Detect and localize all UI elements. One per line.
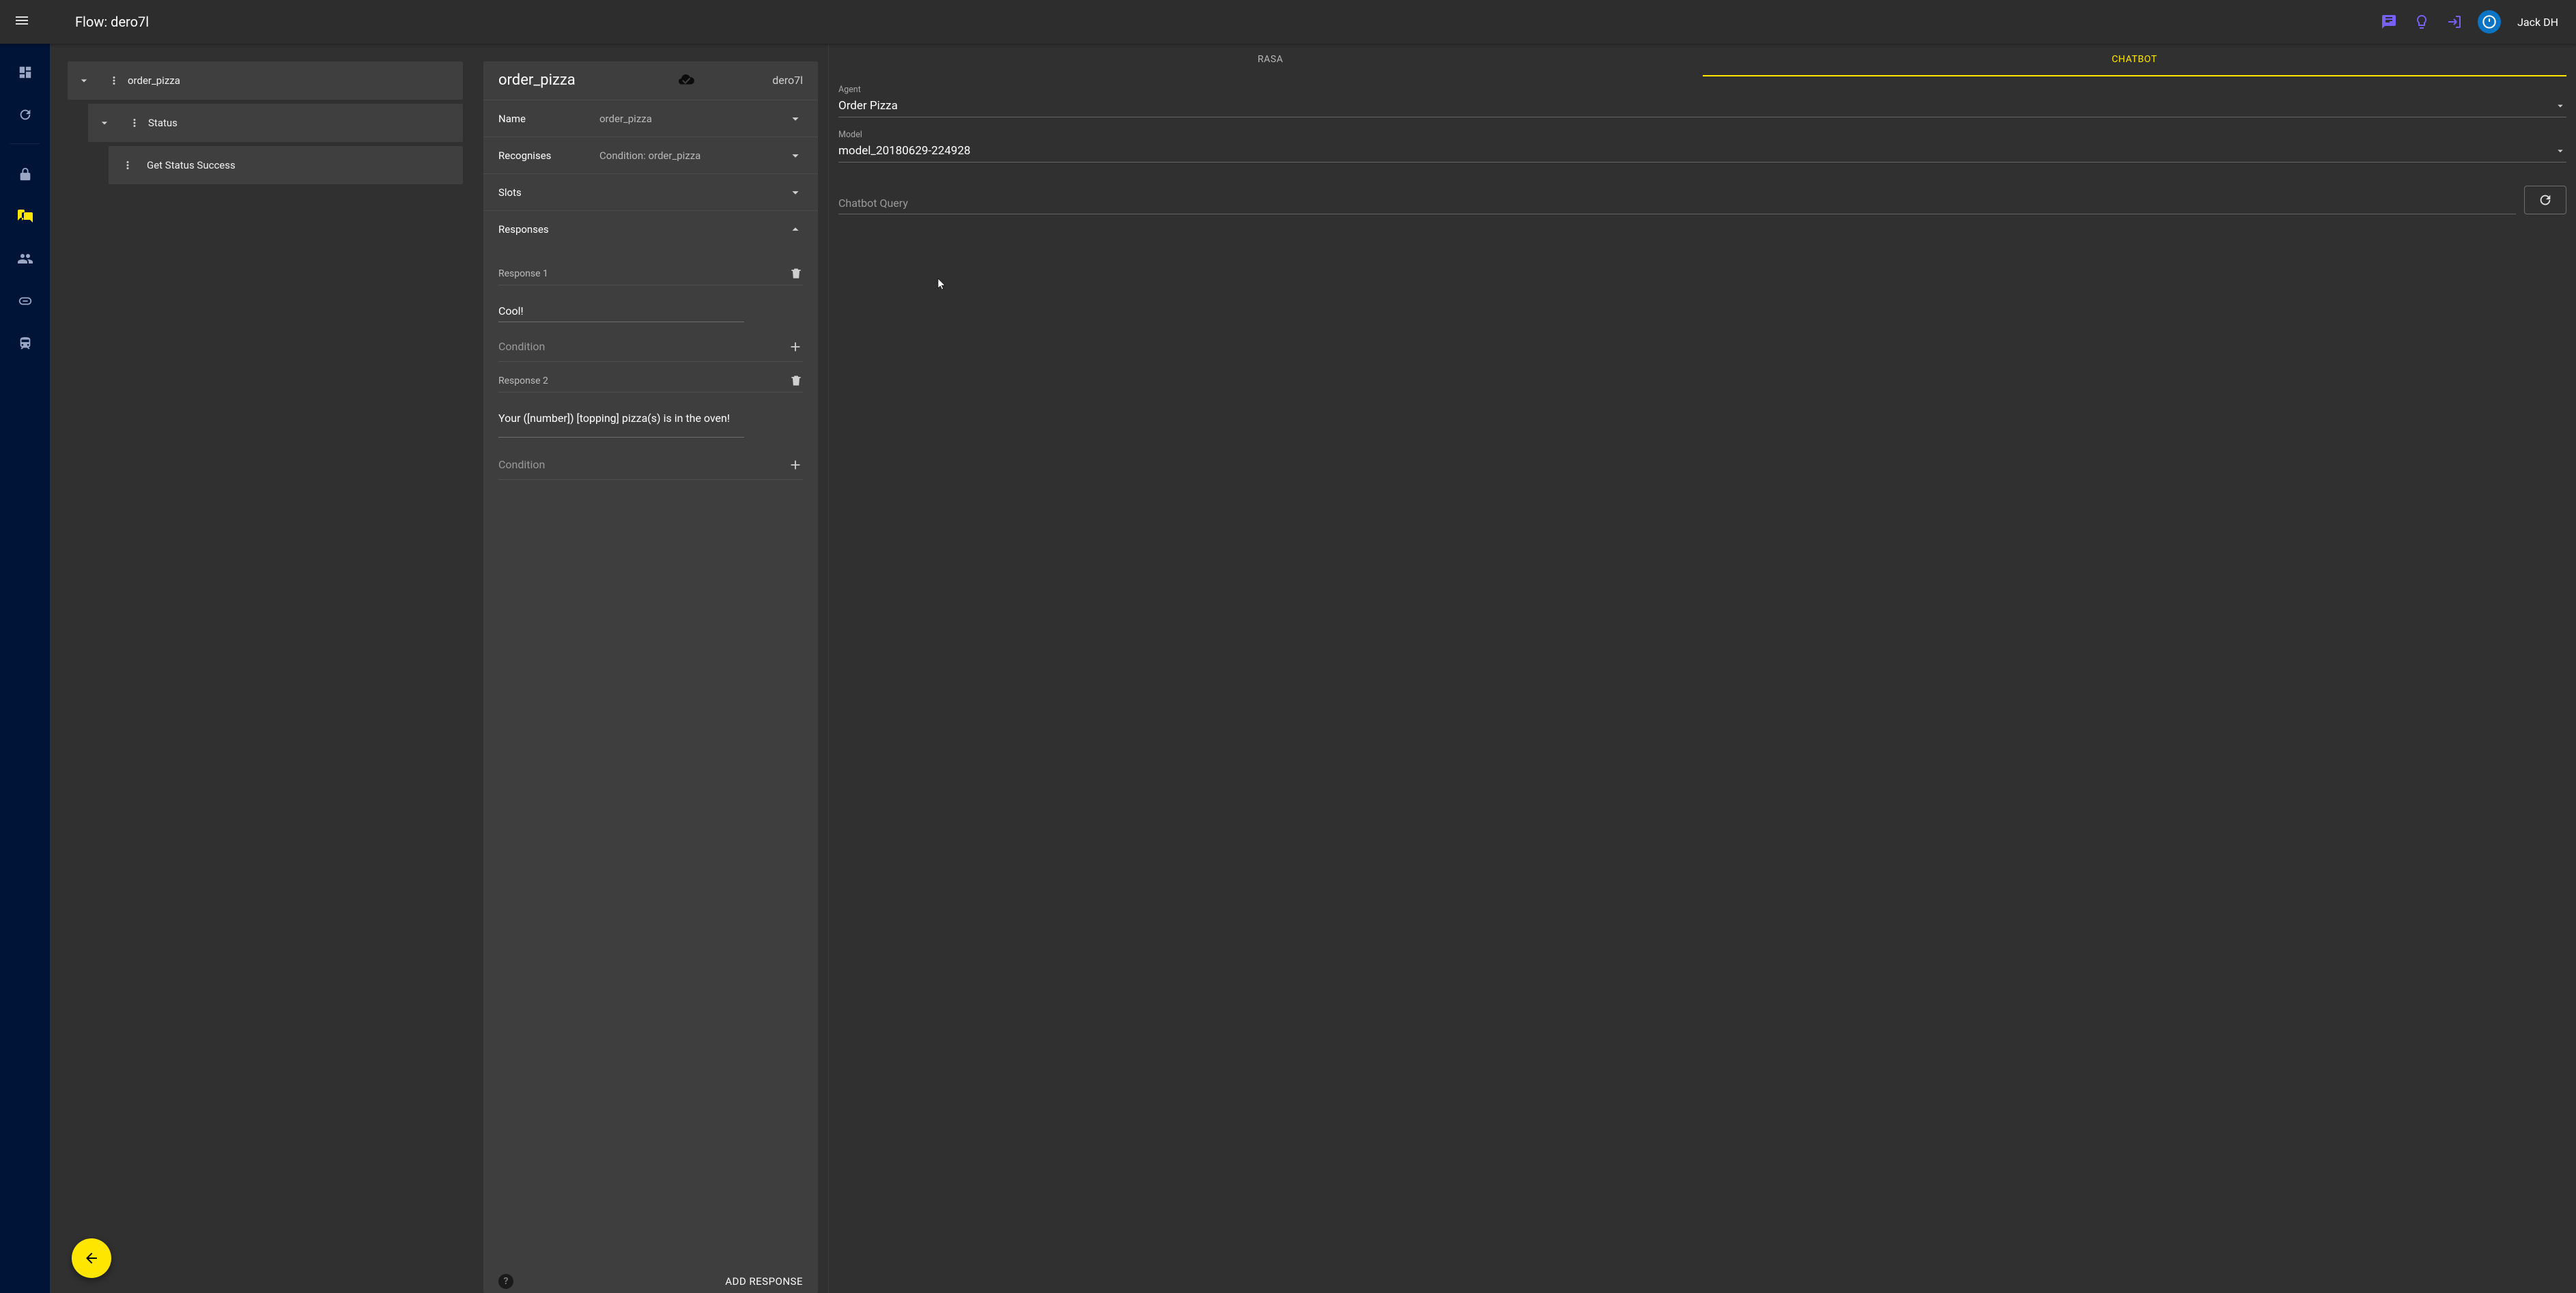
chevron-down-icon — [2554, 100, 2566, 112]
chevron-up-icon — [788, 222, 803, 237]
acc-responses[interactable]: Responses — [483, 211, 818, 248]
avatar[interactable] — [2478, 10, 2501, 33]
sidebar-refresh-icon[interactable] — [10, 100, 40, 130]
chevron-down-icon[interactable] — [88, 116, 121, 130]
chat-icon[interactable] — [2379, 12, 2398, 31]
acc-name-label: Name — [498, 113, 599, 125]
sidebar-people-icon[interactable] — [10, 244, 40, 274]
chevron-down-icon — [788, 111, 803, 126]
tree-node-leaf[interactable]: Get Status Success — [109, 146, 463, 184]
acc-slots-label: Slots — [498, 186, 599, 199]
tree-node-label: Status — [148, 117, 178, 129]
sidebar-lock-icon[interactable] — [10, 159, 40, 189]
lightbulb-icon[interactable] — [2412, 12, 2431, 31]
delete-icon[interactable] — [789, 374, 803, 388]
tree-node-status[interactable]: Status — [88, 104, 463, 142]
flow-tree: order_pizza Status Get Status Success — [50, 44, 473, 1293]
sidebar-dashboard-icon[interactable] — [10, 57, 40, 87]
chevron-down-icon — [788, 185, 803, 200]
chevron-down-icon[interactable] — [68, 74, 100, 87]
tree-node-root[interactable]: order_pizza — [68, 61, 463, 100]
back-fab[interactable] — [72, 1238, 111, 1278]
response-1-condition-input[interactable] — [498, 337, 776, 357]
page-title: Flow: dero7l — [75, 14, 149, 30]
model-label: Model — [838, 130, 2566, 140]
response-2: Response 2 — [498, 374, 803, 480]
acc-slots[interactable]: Slots — [483, 174, 818, 211]
detail-title: order_pizza — [498, 72, 576, 89]
more-vert-icon[interactable] — [121, 117, 148, 129]
agent-value: Order Pizza — [838, 99, 898, 113]
right-tabs: RASA CHATBOT — [838, 44, 2566, 76]
detail-flow-tag: dero7l — [772, 74, 803, 87]
username: Jack DH — [2517, 16, 2558, 29]
appbar-actions: Jack DH — [2379, 10, 2562, 33]
response-1-label: Response 1 — [498, 268, 548, 279]
tree-node-label: order_pizza — [128, 74, 180, 87]
sidebar-qa-icon[interactable] — [10, 201, 40, 231]
tree-node-label: Get Status Success — [147, 159, 236, 171]
model-select[interactable]: model_20180629-224928 — [838, 141, 2566, 162]
sidebar-divider — [10, 143, 40, 144]
more-vert-icon[interactable] — [100, 74, 128, 87]
refresh-button[interactable] — [2524, 186, 2566, 214]
acc-recognises[interactable]: Recognises Condition: order_pizza — [483, 137, 818, 174]
cloud-done-icon — [677, 71, 695, 89]
menu-icon[interactable] — [14, 12, 33, 31]
more-vert-icon[interactable] — [109, 159, 147, 171]
add-icon[interactable] — [788, 339, 803, 357]
agent-label: Agent — [838, 85, 2566, 95]
response-1-text-input[interactable] — [498, 302, 744, 322]
response-2-condition-input[interactable] — [498, 455, 776, 475]
help-icon[interactable]: ? — [498, 1274, 513, 1289]
response-2-label: Response 2 — [498, 375, 548, 386]
chevron-down-icon — [788, 148, 803, 163]
add-icon[interactable] — [788, 457, 803, 475]
responses-body: Response 1 — [483, 248, 818, 480]
left-sidebar — [0, 44, 50, 1293]
response-1: Response 1 — [498, 267, 803, 362]
agent-select[interactable]: Order Pizza — [838, 96, 2566, 117]
response-2-text-input[interactable] — [498, 409, 744, 438]
detail-panel: order_pizza dero7l Name order_pizza — [473, 44, 828, 1293]
sidebar-link-icon[interactable] — [10, 286, 40, 316]
exit-icon[interactable] — [2445, 12, 2464, 31]
acc-recognises-value: Condition: order_pizza — [599, 150, 788, 162]
chevron-down-icon — [2554, 145, 2566, 157]
chatbot-query-input[interactable] — [838, 194, 2516, 214]
model-value: model_20180629-224928 — [838, 144, 970, 158]
acc-name[interactable]: Name order_pizza — [483, 100, 818, 137]
acc-recognises-label: Recognises — [498, 150, 599, 162]
tab-chatbot[interactable]: CHATBOT — [1703, 44, 2567, 76]
tab-rasa[interactable]: RASA — [838, 44, 1703, 76]
right-panel: RASA CHATBOT Agent Order Pizza Model mod… — [828, 44, 2576, 1293]
delete-icon[interactable] — [789, 267, 803, 281]
sidebar-train-icon[interactable] — [10, 328, 40, 358]
acc-name-value: order_pizza — [599, 113, 788, 125]
add-response-button[interactable]: ADD RESPONSE — [725, 1275, 803, 1288]
acc-responses-label: Responses — [498, 223, 599, 236]
app-bar: Flow: dero7l Jack DH — [0, 0, 2576, 44]
